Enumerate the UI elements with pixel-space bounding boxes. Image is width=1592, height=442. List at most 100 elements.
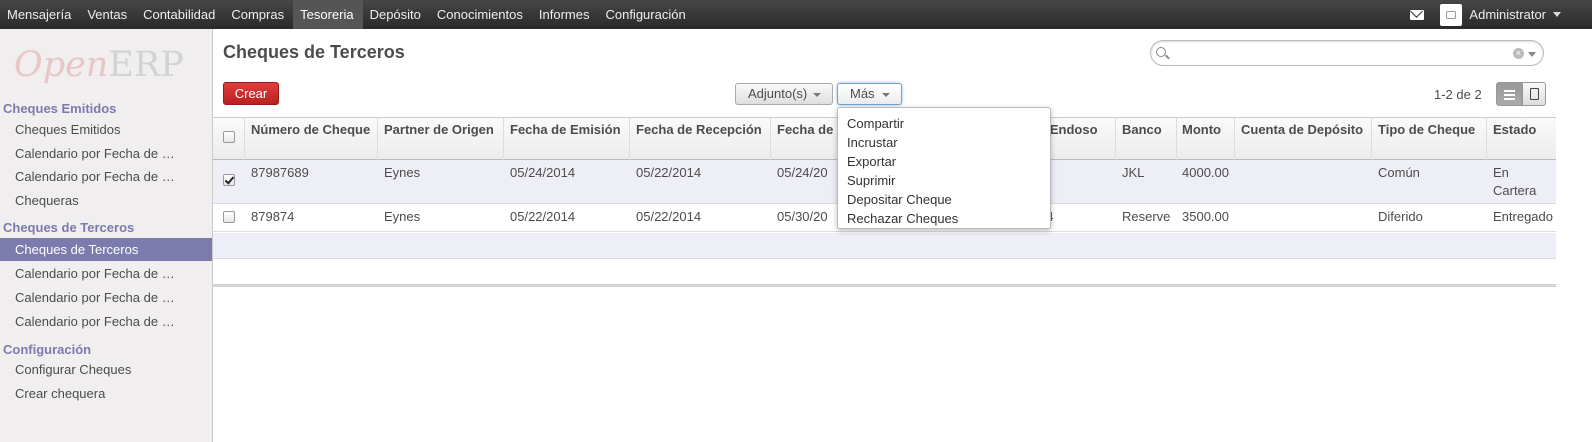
cell-banco: JKL	[1122, 165, 1145, 180]
menu-ventas[interactable]: Ventas	[80, 0, 136, 29]
column-divider	[503, 118, 504, 160]
cell-numero: 879874	[251, 209, 295, 224]
menu-item-compartir[interactable]: Compartir	[838, 114, 1050, 133]
clear-icon[interactable]: ×	[1513, 48, 1524, 59]
sidebar-section-configuracion: Configuración	[3, 342, 92, 357]
column-divider	[1486, 118, 1487, 160]
column-divider	[1371, 118, 1372, 160]
sidebar-section-cheques-emitidos: Cheques Emitidos	[3, 101, 117, 116]
camera-icon	[1446, 10, 1457, 19]
sidebar-item-crear-chequera[interactable]: Crear chequera	[0, 382, 212, 405]
list-icon-line	[1504, 94, 1515, 96]
menu-conocimientos[interactable]: Conocimientos	[430, 0, 532, 29]
column-fecha-emision[interactable]: Fecha de Emisión	[510, 121, 621, 139]
chevron-down-icon	[882, 93, 890, 97]
column-cuenta-deposito[interactable]: Cuenta de Depósito	[1241, 121, 1363, 139]
sidebar-item-cheques-emitidos[interactable]: Cheques Emitidos	[0, 118, 212, 141]
column-numero-cheque[interactable]: Número de Cheque	[251, 121, 376, 139]
list-icon	[1504, 90, 1515, 92]
column-divider	[770, 118, 771, 160]
attachments-label: Adjunto(s)	[748, 86, 808, 101]
cell-fecha-emision: 05/24/2014	[510, 165, 576, 180]
menu-item-exportar[interactable]: Exportar	[838, 152, 1050, 171]
user-area: Administrator	[1410, 0, 1592, 29]
sidebar-item-configurar-cheques[interactable]: Configurar Cheques	[0, 358, 212, 381]
main-content: Cheques de Terceros × Crear Adjunto(s) M…	[213, 29, 1592, 442]
column-divider	[244, 118, 245, 160]
menu-informes[interactable]: Informes	[532, 0, 599, 29]
search-icon	[1156, 47, 1166, 57]
cell-fecha-recepcion: 05/22/2014	[636, 209, 702, 224]
sidebar: OpenERP Cheques Emitidos Cheques Emitido…	[0, 29, 213, 442]
top-menu-bar: Mensajería Ventas Contabilidad Compras T…	[0, 0, 1592, 29]
mail-icon[interactable]	[1410, 9, 1425, 20]
more-button[interactable]: Más	[837, 83, 902, 105]
column-fecha-pago[interactable]: Fecha de	[777, 121, 833, 139]
menu-configuracion[interactable]: Configuración	[598, 0, 694, 29]
cell-fecha-emision: 05/22/2014	[510, 209, 576, 224]
openerp-logo[interactable]: OpenERP	[14, 45, 194, 87]
sidebar-item-calendario-emitidos-2[interactable]: Calendario por Fecha de …	[0, 165, 212, 188]
sidebar-section-cheques-terceros: Cheques de Terceros	[3, 220, 135, 235]
main-menu: Mensajería Ventas Contabilidad Compras T…	[0, 0, 695, 29]
menu-item-incrustar[interactable]: Incrustar	[838, 133, 1050, 152]
column-divider	[629, 118, 630, 160]
create-button[interactable]: Crear	[223, 82, 279, 105]
attachments-button[interactable]: Adjunto(s)	[735, 83, 833, 105]
sidebar-item-cheques-terceros[interactable]: Cheques de Terceros	[0, 238, 212, 261]
column-divider	[1234, 118, 1235, 160]
avatar[interactable]	[1440, 3, 1463, 26]
form-view-button[interactable]	[1522, 82, 1546, 106]
form-icon	[1530, 88, 1539, 100]
chevron-down-icon[interactable]	[1553, 12, 1561, 17]
search-input[interactable]: ×	[1150, 40, 1544, 66]
column-partner-origen[interactable]: Partner de Origen	[384, 121, 494, 139]
search-options-chevron-icon[interactable]	[1528, 52, 1536, 57]
sidebar-item-calendario-terceros-3[interactable]: Calendario por Fecha de …	[0, 310, 212, 333]
sidebar-item-calendario-emitidos-1[interactable]: Calendario por Fecha de …	[0, 142, 212, 165]
sidebar-item-chequeras[interactable]: Chequeras	[0, 189, 212, 212]
select-all-checkbox[interactable]	[223, 131, 235, 143]
sidebar-item-calendario-terceros-2[interactable]: Calendario por Fecha de …	[0, 286, 212, 309]
empty-row	[213, 260, 1556, 286]
column-divider	[1176, 118, 1177, 160]
table-footer	[213, 284, 1556, 287]
menu-mensajeria[interactable]: Mensajería	[0, 0, 80, 29]
column-banco[interactable]: Banco	[1122, 121, 1162, 139]
menu-compras[interactable]: Compras	[224, 0, 293, 29]
menu-deposito[interactable]: Depósito	[363, 0, 430, 29]
more-dropdown-menu: Compartir Incrustar Exportar Suprimir De…	[837, 107, 1051, 229]
cell-partner: Eynes	[384, 165, 421, 180]
pager[interactable]: 1-2 de 2	[1434, 87, 1482, 102]
cell-monto: 3500.00	[1182, 209, 1229, 224]
column-monto[interactable]: Monto	[1182, 121, 1221, 139]
more-label: Más	[850, 86, 875, 101]
cell-estado: Entregado	[1493, 209, 1553, 224]
sidebar-item-calendario-terceros-1[interactable]: Calendario por Fecha de …	[0, 262, 212, 285]
cell-monto: 4000.00	[1182, 165, 1229, 180]
menu-item-rechazar-cheques[interactable]: Rechazar Cheques	[838, 209, 1050, 228]
empty-row	[213, 233, 1556, 259]
cell-partner: Eynes	[384, 209, 421, 224]
column-fecha-recepcion[interactable]: Fecha de Recepción	[636, 121, 762, 139]
row-checkbox[interactable]	[223, 174, 235, 186]
list-icon-line	[1504, 98, 1515, 100]
menu-item-suprimir[interactable]: Suprimir	[838, 171, 1050, 190]
menu-tesoreria[interactable]: Tesoreria	[293, 0, 363, 29]
cell-fecha-pago: 05/24/20	[777, 165, 828, 180]
cell-fecha-pago: 05/30/20	[777, 209, 828, 224]
menu-contabilidad[interactable]: Contabilidad	[136, 0, 224, 29]
cell-banco: Reserve	[1122, 209, 1171, 224]
cell-fecha-recepcion: 05/22/2014	[636, 165, 702, 180]
logo-open-text: Open	[14, 45, 109, 85]
user-menu[interactable]: Administrator	[1469, 7, 1546, 22]
cell-tipo: Diferido	[1378, 209, 1423, 224]
column-estado[interactable]: Estado	[1493, 121, 1536, 139]
list-view-button[interactable]	[1496, 82, 1522, 106]
logo-erp-text: ERP	[108, 45, 184, 85]
cell-numero: 87987689	[251, 165, 309, 180]
chevron-down-icon	[813, 93, 821, 97]
column-tipo-cheque[interactable]: Tipo de Cheque	[1378, 121, 1475, 139]
row-checkbox[interactable]	[223, 211, 235, 223]
menu-item-depositar-cheque[interactable]: Depositar Cheque	[838, 190, 1050, 209]
